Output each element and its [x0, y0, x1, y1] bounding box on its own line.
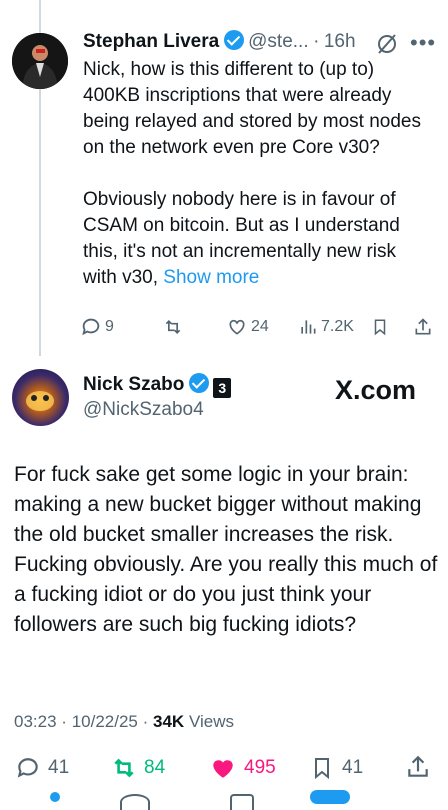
parent-header: Stephan Livera @ste... · 16h	[83, 30, 356, 53]
avatar-image	[26, 391, 54, 411]
repost-action[interactable]	[162, 317, 184, 337]
views-action[interactable]: 7.2K	[298, 317, 354, 337]
repost-count: 84	[144, 757, 166, 778]
like-count: 495	[244, 757, 276, 778]
bookmark-action[interactable]	[371, 317, 389, 337]
views-label: Views	[188, 712, 234, 731]
views-icon	[301, 320, 316, 334]
bookmark-action[interactable]: 41	[310, 755, 363, 781]
parent-text-body: Nick, how is this different to (up to) 4…	[83, 59, 421, 288]
author-handle[interactable]: @ste...	[248, 31, 308, 52]
reply-icon	[17, 758, 38, 778]
reply-icon	[82, 318, 100, 336]
like-action[interactable]: 24	[226, 317, 269, 337]
author-name[interactable]: Stephan Livera	[83, 31, 219, 52]
author-handle[interactable]: @NickSzabo4	[83, 399, 204, 421]
like-filled-icon	[213, 760, 233, 778]
tweet-date[interactable]: 10/22/25	[72, 712, 138, 731]
avatar[interactable]	[12, 33, 68, 89]
grok-tab-icon[interactable]	[230, 794, 254, 810]
reply-count: 9	[105, 318, 114, 335]
separator-dot: ·	[142, 712, 149, 731]
verified-badge-icon	[223, 30, 244, 50]
author-name[interactable]: Nick Szabo	[83, 374, 184, 395]
notifications-badge[interactable]	[310, 790, 350, 804]
more-icon[interactable]: •••	[410, 30, 436, 56]
repost-action[interactable]: 84	[110, 755, 165, 781]
affiliate-badge[interactable]: 3	[213, 378, 232, 398]
bookmark-icon	[315, 758, 329, 780]
bookmark-count: 41	[342, 757, 364, 778]
x-brand-logo: X.com	[335, 375, 417, 405]
like-icon	[229, 319, 245, 335]
like-count: 24	[251, 318, 269, 335]
views-count: 34K	[153, 712, 185, 731]
reply-count: 41	[48, 757, 70, 778]
repost-icon	[114, 758, 134, 778]
separator-dot: ·	[313, 31, 320, 52]
repost-icon	[165, 319, 181, 335]
share-action[interactable]	[405, 753, 431, 781]
notification-dot	[50, 792, 60, 802]
reply-action[interactable]: 9	[80, 316, 114, 338]
reply-action[interactable]: 41	[14, 755, 69, 781]
views-count: 7.2K	[321, 318, 354, 335]
share-icon	[408, 755, 428, 777]
verified-badge-icon	[188, 373, 209, 393]
parent-tweet-text: Nick, how is this different to (up to) 4…	[83, 57, 423, 291]
tweet-time[interactable]: 03:23	[14, 712, 57, 731]
show-more-link[interactable]: Show more	[163, 267, 259, 288]
tweet-meta: 03:23 · 10/22/25 · 34K Views	[14, 712, 234, 732]
separator-dot: ·	[61, 712, 67, 731]
like-action[interactable]: 495	[208, 755, 276, 781]
main-tweet-text: For fuck sake get some logic in your bra…	[14, 463, 438, 636]
main-header: Nick Szabo 3	[83, 373, 232, 398]
share-icon	[415, 318, 431, 335]
share-action[interactable]	[413, 316, 433, 338]
search-tab-icon[interactable]	[120, 794, 150, 810]
tweet-time[interactable]: 16h	[324, 31, 356, 52]
bookmark-icon	[374, 319, 386, 336]
avatar[interactable]	[12, 369, 69, 426]
avatar-image	[12, 33, 68, 89]
